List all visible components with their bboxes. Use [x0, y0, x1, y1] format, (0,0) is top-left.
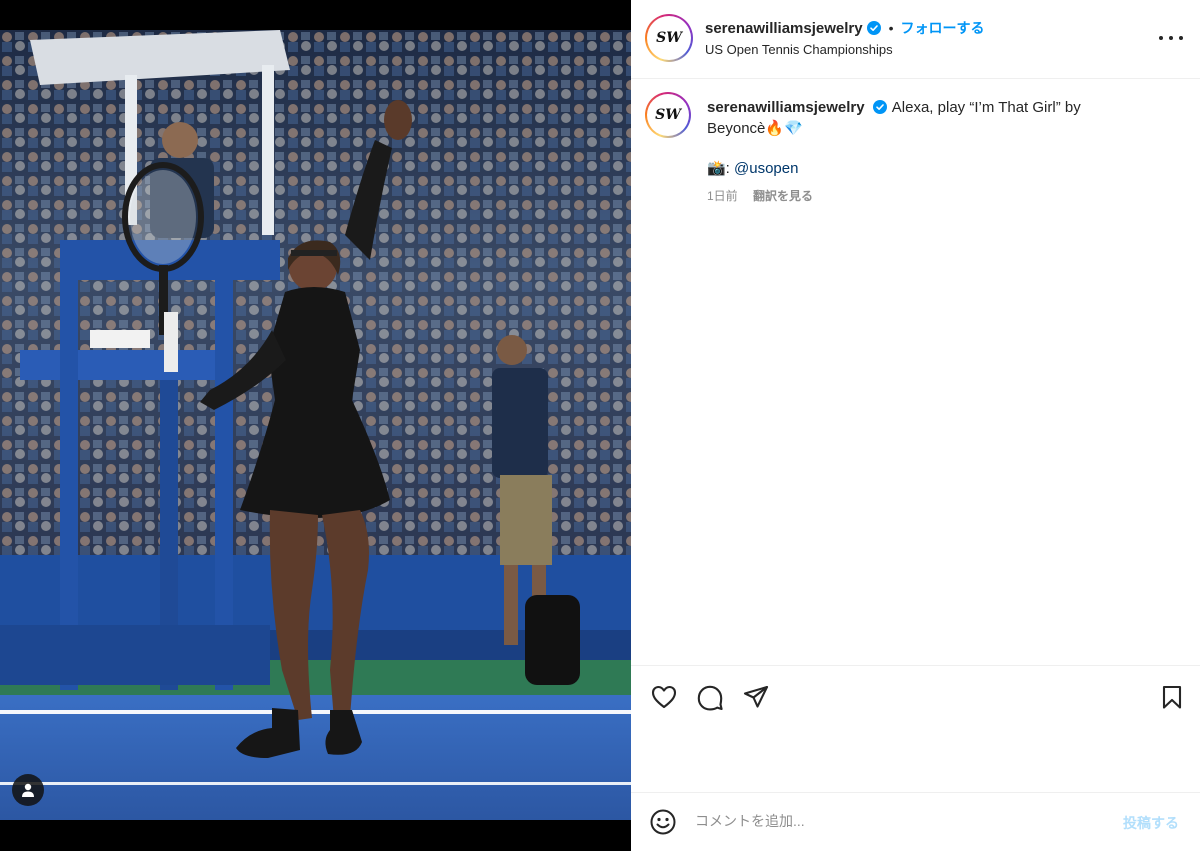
more-options-button[interactable] — [1159, 30, 1183, 46]
timestamp[interactable]: 1日前 — [707, 189, 738, 203]
comment-composer: 投稿する — [631, 792, 1200, 851]
share-button[interactable] — [742, 683, 770, 711]
post-photo — [0, 30, 631, 820]
action-bar — [631, 665, 1200, 793]
user-tag-icon — [22, 783, 34, 797]
instagram-post-view: SW serenawilliamsjewelry • フォローする US Ope… — [0, 0, 1200, 851]
emoji-icon — [650, 809, 676, 835]
emoji-button[interactable] — [649, 808, 677, 836]
comment-button[interactable] — [696, 683, 724, 711]
comment-icon — [697, 685, 723, 711]
location-link[interactable]: US Open Tennis Championships — [705, 42, 893, 57]
separator-dot: • — [888, 20, 894, 36]
photo-credit: 📸: @usopen — [707, 159, 798, 179]
heart-icon — [651, 685, 677, 709]
post-media — [0, 0, 631, 851]
more-dot-icon — [1179, 36, 1183, 40]
bookmark-icon — [1162, 685, 1182, 709]
mention-link[interactable]: @usopen — [734, 160, 798, 177]
save-button[interactable] — [1158, 683, 1186, 711]
comment-input[interactable] — [695, 809, 1095, 833]
caption-avatar[interactable]: SW — [645, 92, 691, 138]
more-dot-icon — [1169, 36, 1173, 40]
like-button[interactable] — [650, 683, 678, 711]
translate-button[interactable]: 翻訳を見る — [753, 189, 813, 203]
camera-emoji: 📸: — [707, 160, 735, 177]
avatar-monogram: SW — [655, 107, 681, 123]
follow-button[interactable]: フォローする — [901, 18, 985, 38]
caption-text: serenawilliamsjewelry Alexa, play “I’m T… — [707, 97, 1127, 139]
username-link[interactable]: serenawilliamsjewelry — [705, 20, 863, 37]
post-comment-button[interactable]: 投稿する — [1123, 813, 1179, 833]
verified-badge-icon — [872, 100, 887, 114]
more-dot-icon — [1159, 36, 1163, 40]
avatar[interactable]: SW — [645, 14, 693, 62]
avatar-monogram: SW — [656, 30, 682, 46]
post-details-panel: SW serenawilliamsjewelry • フォローする US Ope… — [631, 0, 1200, 851]
post-header: SW serenawilliamsjewelry • フォローする US Ope… — [631, 0, 1200, 79]
user-tag-button[interactable] — [12, 774, 44, 806]
share-icon — [743, 685, 769, 708]
caption-username-link[interactable]: serenawilliamsjewelry — [707, 99, 865, 116]
verified-badge-icon — [866, 21, 881, 35]
caption-meta: 1日前 翻訳を見る — [707, 187, 813, 204]
